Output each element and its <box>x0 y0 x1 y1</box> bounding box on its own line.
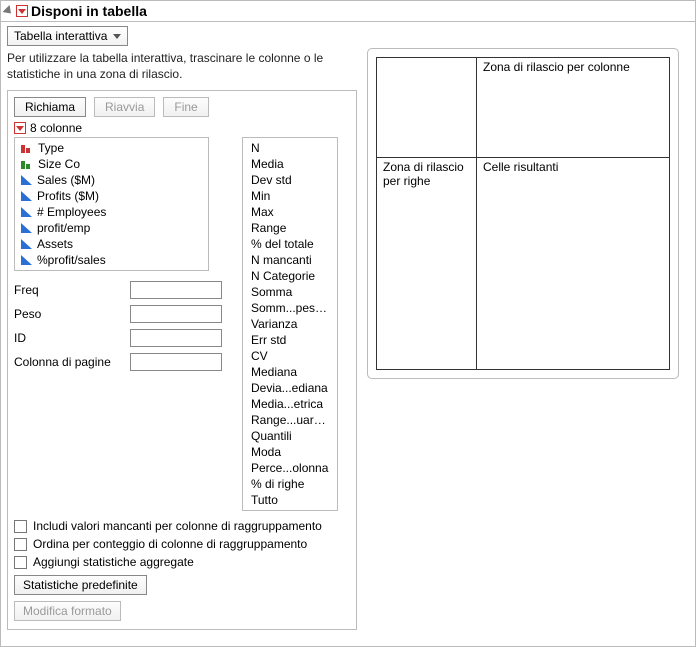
column-item[interactable]: # Employees <box>15 204 208 220</box>
disclosure-icon[interactable] <box>2 5 14 17</box>
stat-item[interactable]: Somma <box>243 284 337 300</box>
column-item[interactable]: Assets <box>15 236 208 252</box>
tri-blue-icon <box>21 175 32 185</box>
column-label: # Employees <box>37 205 106 219</box>
column-label: Assets <box>37 237 73 251</box>
id-label: ID <box>14 331 130 345</box>
bars-green-icon <box>21 159 33 169</box>
stat-item[interactable]: Max <box>243 204 337 220</box>
edit-format-button: Modifica formato <box>14 601 121 621</box>
stat-item[interactable]: N mancanti <box>243 252 337 268</box>
menu-icon[interactable] <box>16 5 28 17</box>
stat-item[interactable]: Min <box>243 188 337 204</box>
tri-blue-icon <box>21 255 32 265</box>
dropzone-panel: Zona di rilascio per colonne Zona di ril… <box>367 48 679 379</box>
config-panel: Richiama Riavvia Fine 8 colonne Type Size… <box>7 90 357 630</box>
column-item[interactable]: %profit/sales <box>15 252 208 268</box>
recall-button[interactable]: Richiama <box>14 97 86 117</box>
column-label: profit/emp <box>37 221 90 235</box>
stat-item[interactable]: Moda <box>243 444 337 460</box>
stat-item[interactable]: Range...uartile <box>243 412 337 428</box>
stat-item[interactable]: % di righe <box>243 476 337 492</box>
window: Disponi in tabella Tabella interattiva P… <box>0 0 696 647</box>
column-label: Size Co <box>38 157 80 171</box>
check-order[interactable]: Ordina per conteggio di colonne di raggr… <box>14 537 350 551</box>
column-label: Profits ($M) <box>37 189 99 203</box>
stat-item[interactable]: % del totale <box>243 236 337 252</box>
tri-blue-icon <box>21 207 32 217</box>
dropdown-label: Tabella interattiva <box>14 29 107 43</box>
stat-item[interactable]: Err std <box>243 332 337 348</box>
stat-item[interactable]: Somm...pesata <box>243 300 337 316</box>
help-text: Per utilizzare la tabella interattiva, t… <box>7 50 357 82</box>
finish-button: Fine <box>163 97 208 117</box>
freq-input[interactable] <box>130 281 222 299</box>
freq-label: Freq <box>14 283 130 297</box>
stat-item[interactable]: CV <box>243 348 337 364</box>
column-item[interactable]: Size Co <box>15 156 208 172</box>
drop-cells[interactable]: Celle risultanti <box>477 158 670 370</box>
stat-item[interactable]: N <box>243 140 337 156</box>
stat-item[interactable]: Range <box>243 220 337 236</box>
stat-item[interactable]: Media <box>243 156 337 172</box>
checkbox-icon <box>14 556 27 569</box>
table-type-dropdown[interactable]: Tabella interattiva <box>7 26 128 46</box>
drop-rows[interactable]: Zona di rilascio per righe <box>377 158 477 370</box>
left-column: Tabella interattiva Per utilizzare la ta… <box>7 26 357 630</box>
columns-list[interactable]: Type Size Co Sales ($M) Profits ($M) # Emplo… <box>14 137 209 271</box>
tri-blue-icon <box>21 223 32 233</box>
columns-count-label: 8 colonne <box>30 121 82 135</box>
peso-label: Peso <box>14 307 130 321</box>
tri-blue-icon <box>21 191 32 201</box>
column-item[interactable]: Type <box>15 140 208 156</box>
page-title: Disponi in tabella <box>31 3 147 19</box>
pagecol-input[interactable] <box>130 353 222 371</box>
check-label: Includi valori mancanti per colonne di r… <box>33 519 322 533</box>
checkbox-icon <box>14 538 27 551</box>
check-missing[interactable]: Includi valori mancanti per colonne di r… <box>14 519 350 533</box>
body: Tabella interattiva Per utilizzare la ta… <box>1 22 695 636</box>
stat-item[interactable]: Quantili <box>243 428 337 444</box>
column-item[interactable]: Profits ($M) <box>15 188 208 204</box>
statistics-list[interactable]: NMediaDev stdMinMaxRange% del totaleN ma… <box>242 137 338 511</box>
drop-label: Celle risultanti <box>483 160 558 174</box>
drop-corner[interactable] <box>377 58 477 158</box>
columns-menu-icon[interactable] <box>14 122 26 134</box>
button-row: Richiama Riavvia Fine <box>14 97 350 117</box>
drop-label: Zona di rilascio per colonne <box>483 60 630 74</box>
column-label: Sales ($M) <box>37 173 95 187</box>
check-label: Aggiungi statistiche aggregate <box>33 555 194 569</box>
stat-item[interactable]: Dev std <box>243 172 337 188</box>
stat-item[interactable]: Media...etrica <box>243 396 337 412</box>
restart-button: Riavvia <box>94 97 155 117</box>
check-label: Ordina per conteggio di colonne di raggr… <box>33 537 307 551</box>
peso-input[interactable] <box>130 305 222 323</box>
checkbox-icon <box>14 520 27 533</box>
checkbox-group: Includi valori mancanti per colonne di r… <box>14 519 350 569</box>
stat-item[interactable]: Varianza <box>243 316 337 332</box>
column-item[interactable]: Sales ($M) <box>15 172 208 188</box>
stat-item[interactable]: Mediana <box>243 364 337 380</box>
dropzone-grid: Zona di rilascio per colonne Zona di ril… <box>376 57 670 370</box>
column-label: Type <box>38 141 64 155</box>
lists-row: Type Size Co Sales ($M) Profits ($M) # Emplo… <box>14 137 350 511</box>
chevron-down-icon <box>113 34 121 39</box>
drop-columns[interactable]: Zona di rilascio per colonne <box>477 58 670 158</box>
fields-group: Freq Peso ID <box>14 275 238 371</box>
titlebar: Disponi in tabella <box>1 1 695 22</box>
id-input[interactable] <box>130 329 222 347</box>
default-stats-button[interactable]: Statistiche predefinite <box>14 575 147 595</box>
drop-label: Zona di rilascio per righe <box>383 160 464 188</box>
bars-red-icon <box>21 143 33 153</box>
column-item[interactable]: profit/emp <box>15 220 208 236</box>
pagecol-label: Colonna di pagine <box>14 355 130 369</box>
check-aggregate[interactable]: Aggiungi statistiche aggregate <box>14 555 350 569</box>
stat-item[interactable]: Tutto <box>243 492 337 508</box>
tri-blue-icon <box>21 239 32 249</box>
stat-item[interactable]: Devia...ediana <box>243 380 337 396</box>
stat-item[interactable]: Perce...olonna <box>243 460 337 476</box>
stat-item[interactable]: N Categorie <box>243 268 337 284</box>
column-label: %profit/sales <box>37 253 106 267</box>
columns-header: 8 colonne <box>14 121 350 135</box>
